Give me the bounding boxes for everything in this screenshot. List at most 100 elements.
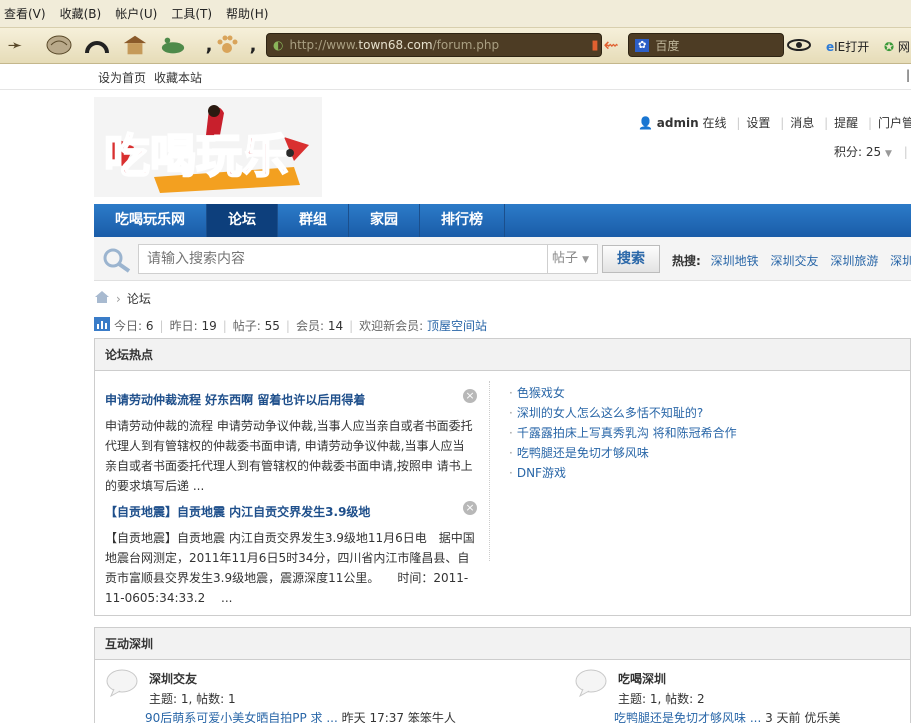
hot-thread-list: · 色猴戏女 · 深圳的女人怎么这么多恬不知耻的? · 千露露拍床上写真秀乳沟 将和陈… <box>509 383 737 483</box>
nav-forum[interactable]: 论坛 <box>207 204 278 237</box>
messages-link[interactable]: 消息 <box>790 116 814 130</box>
nav-space[interactable]: 家园 <box>349 204 420 237</box>
hot-term-link[interactable]: 深圳地铁 <box>711 254 759 268</box>
last-post-user[interactable]: 笨笨牛人 <box>408 711 456 723</box>
browser-search-field[interactable]: ✿ 百度 <box>628 33 784 57</box>
breadcrumb-chevron-icon: › <box>116 291 121 306</box>
baidu-paw-icon: ✿ <box>635 38 650 52</box>
ie-open-button[interactable]: eIE打开 <box>826 38 869 55</box>
hot-term-link[interactable]: 深圳交友 <box>770 254 818 268</box>
search-icon <box>102 247 132 273</box>
frog-icon[interactable] <box>160 32 186 58</box>
forum-meta: 主题: 1, 帖数: 2 <box>618 692 705 706</box>
credits-label: 积分: 25 <box>834 145 882 159</box>
close-icon[interactable]: × <box>463 389 477 403</box>
search-button[interactable]: 搜索 <box>602 245 660 273</box>
forum-search-bar: 帖子 ▼ 搜索 热搜: 深圳地铁 深圳交友 深圳旅游 深圳美 <box>94 237 911 281</box>
top-strip-right-edge: | <box>906 68 911 82</box>
set-homepage-link[interactable]: 设为首页 <box>98 69 146 86</box>
notifications-link[interactable]: 提醒 <box>834 116 858 130</box>
hot-section-title: 论坛热点 <box>95 339 910 371</box>
last-post-link[interactable]: 90后萌系可爱小美女晒自拍PP 求 ... <box>145 711 338 723</box>
credits-dropdown[interactable]: 积分: 25 ▼ | <box>834 143 908 160</box>
members-count: 14 <box>327 318 344 333</box>
last-post-time: 3 天前 <box>765 711 801 723</box>
ie-icon: e <box>826 40 835 54</box>
eye-icon[interactable] <box>786 32 812 58</box>
bookmark-site-link[interactable]: 收藏本站 <box>154 69 202 86</box>
hot-article: 申请劳动仲裁流程 好东西啊 留着也许以后用得着 × 申请劳动仲裁的流程 申请劳动… <box>105 389 477 496</box>
interaction-section: 互动深圳 深圳交友 主题: 1, 帖数: 1 90后萌系可爱小美女晒自拍PP 求… <box>94 627 911 723</box>
forum-last-post: 90后萌系可爱小美女晒自拍PP 求 ... 昨天 17:37 笨笨牛人 <box>145 709 456 723</box>
hot-thread-link[interactable]: 千露露拍床上写真秀乳沟 将和陈冠希合作 <box>517 426 737 440</box>
hot-term-link[interactable]: 深圳美 <box>890 254 911 268</box>
portal-admin-link[interactable]: 门户管理 <box>878 116 911 130</box>
forum-bubble-icon <box>574 668 608 698</box>
new-member-link[interactable]: 顶屋空间站 <box>427 317 487 334</box>
address-prefix: http://www. <box>289 38 359 52</box>
menu-account[interactable]: 帐户(U) <box>115 5 157 22</box>
web-button[interactable]: ✪ 网 <box>884 38 910 55</box>
browser-toolbar: ➛ , , ◐ http://www. town68.com/forum.php … <box>0 28 911 64</box>
back-icon[interactable]: ➛ <box>2 32 28 58</box>
ie-open-label: IE打开 <box>834 40 870 54</box>
today-count: 6 <box>145 318 154 333</box>
nav-groups[interactable]: 群组 <box>278 204 349 237</box>
chevron-down-icon: ▼ <box>582 255 590 265</box>
forum-stats: 今日: 6 | 昨日: 19 | 帖子: 55 | 会员: 14 | 欢迎新会员: 顶屋… <box>94 317 487 334</box>
last-post-link[interactable]: 吃鸭腿还是免切才够风味 ... <box>614 711 761 723</box>
list-item: · 深圳的女人怎么这么多恬不知耻的? <box>509 406 704 420</box>
hot-thread-link[interactable]: 吃鸭腿还是免切才够风味 <box>517 446 649 460</box>
browser-menubar: 查看(V) 收藏(B) 帐户(U) 工具(T) 帮助(H) <box>0 0 911 28</box>
address-bar[interactable]: ◐ http://www. town68.com/forum.php <box>266 33 602 57</box>
home-icon[interactable] <box>94 290 110 307</box>
hot-search-terms: 热搜: 深圳地铁 深圳交友 深圳旅游 深圳美 <box>672 252 911 269</box>
hot-divider <box>489 381 490 561</box>
main-nav: 吃喝玩乐网 论坛 群组 家园 排行榜 <box>94 204 911 237</box>
user-icon: 👤 <box>638 116 653 130</box>
search-type-select[interactable]: 帖子 ▼ <box>548 244 598 274</box>
user-bar: 👤 admin 在线 |设置 |消息 |提醒 |门户管理 |管 <box>638 114 911 131</box>
credits-separator: | <box>903 145 908 159</box>
nav-home[interactable]: 吃喝玩乐网 <box>94 204 207 237</box>
go-icon[interactable]: ⇜ <box>598 32 624 58</box>
settings-link[interactable]: 设置 <box>746 116 770 130</box>
hot-thread-link[interactable]: DNF游戏 <box>517 466 566 480</box>
hot-term-link[interactable]: 深圳旅游 <box>830 254 878 268</box>
hot-article: 【自贡地震】自贡地震 内江自贡交界发生3.9级地 × 【自贡地震】自贡地震 内江… <box>105 501 477 608</box>
breadcrumb-forum[interactable]: 论坛 <box>127 290 151 307</box>
hot-thread-link[interactable]: 色猴戏女 <box>517 386 565 400</box>
list-item: · 吃鸭腿还是免切才够风味 <box>509 446 649 460</box>
logo-text: 吃喝玩乐 <box>104 129 288 183</box>
home-pavilion-icon[interactable] <box>122 32 148 58</box>
hot-article-title[interactable]: 申请劳动仲裁流程 好东西啊 留着也许以后用得着 <box>105 391 475 408</box>
list-item: · DNF游戏 <box>509 466 566 480</box>
hot-thread-link[interactable]: 深圳的女人怎么这么多恬不知耻的? <box>517 406 703 420</box>
menu-favorites[interactable]: 收藏(B) <box>60 5 102 22</box>
site-logo[interactable]: 吃喝玩乐 <box>94 97 322 197</box>
close-icon[interactable]: × <box>463 501 477 515</box>
site-top-strip: 设为首页 收藏本站 | <box>0 64 911 90</box>
reload-icon[interactable] <box>84 32 110 58</box>
forum-last-post: 吃鸭腿还是免切才够风味 ... 3 天前 优乐美 <box>614 709 840 723</box>
forum-name-link[interactable]: 深圳交友 <box>149 670 197 687</box>
last-post-time: 昨天 17:37 <box>341 711 405 723</box>
shell-icon[interactable] <box>46 32 72 58</box>
hot-article-title[interactable]: 【自贡地震】自贡地震 内江自贡交界发生3.9级地 <box>105 503 475 520</box>
forum-name-link[interactable]: 吃喝深圳 <box>618 670 666 687</box>
yesterday-count: 19 <box>201 318 217 333</box>
interaction-section-title: 互动深圳 <box>95 628 910 660</box>
menu-help[interactable]: 帮助(H) <box>226 5 268 22</box>
paw-icon[interactable] <box>214 32 240 58</box>
last-post-user[interactable]: 优乐美 <box>804 711 840 723</box>
menu-tools[interactable]: 工具(T) <box>171 5 212 22</box>
search-input[interactable] <box>138 244 548 274</box>
posts-count: 55 <box>264 318 280 333</box>
address-domain: town68.com <box>358 38 433 52</box>
menu-view[interactable]: 查看(V) <box>4 5 46 22</box>
nav-ranking[interactable]: 排行榜 <box>420 204 505 237</box>
hot-search-label: 热搜: <box>672 254 701 268</box>
username-link[interactable]: admin <box>657 116 699 130</box>
web-button-label: 网 <box>897 40 910 54</box>
chart-icon <box>94 317 110 334</box>
